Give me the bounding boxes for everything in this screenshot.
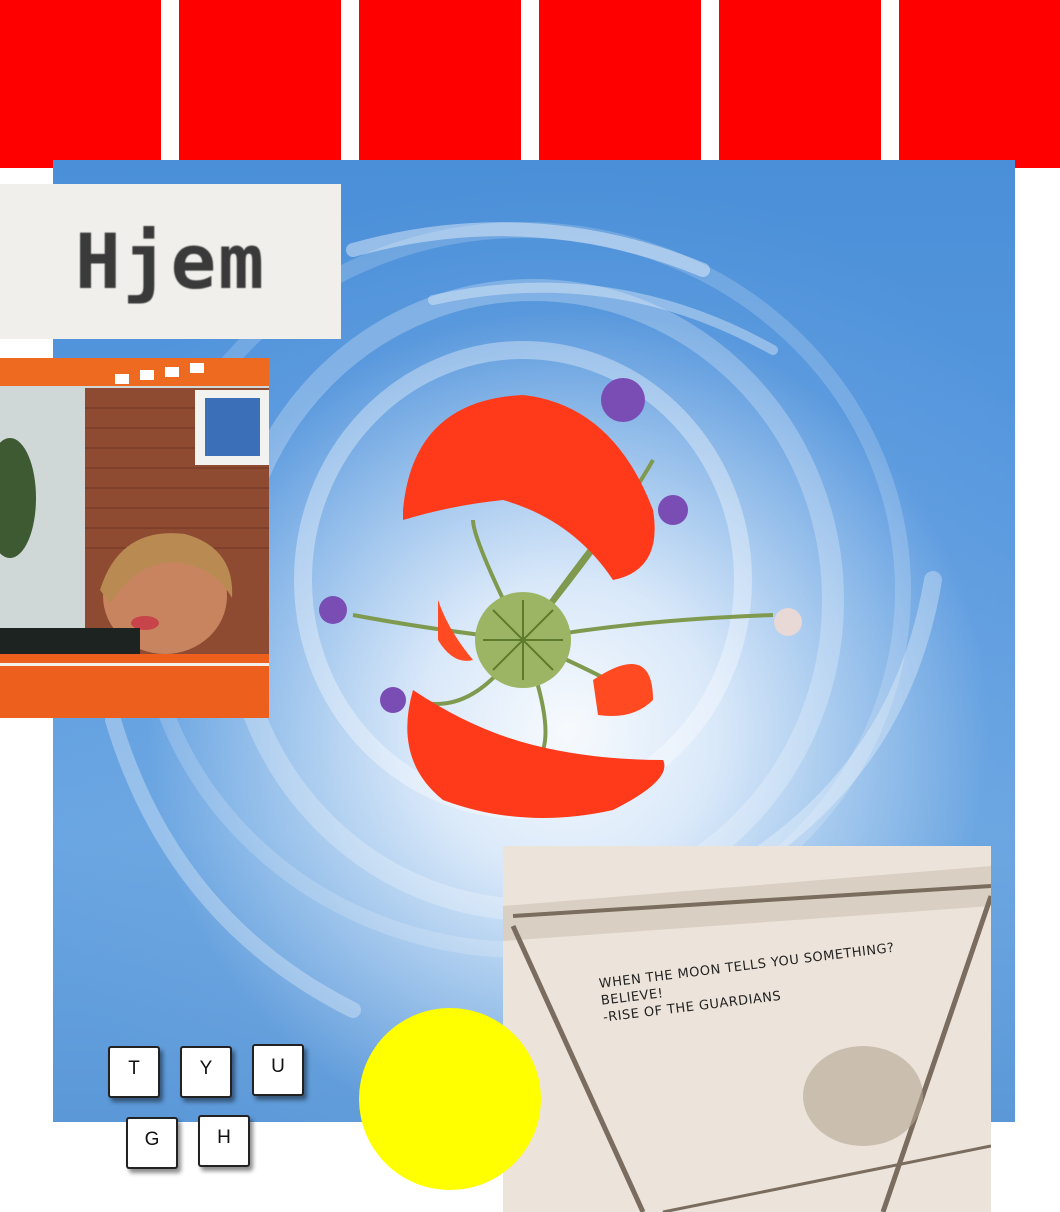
red-bar-2 xyxy=(179,0,341,168)
yellow-circle xyxy=(359,1008,541,1190)
hjem-label: Hjem xyxy=(0,184,341,339)
hjem-title: Hjem xyxy=(74,217,267,306)
key-h: H xyxy=(198,1115,250,1167)
red-bar-1 xyxy=(0,0,161,168)
tile-quote-photo: WHEN THE MOON TELLS YOU SOMETHING? BELIE… xyxy=(503,846,991,1212)
red-bar-6 xyxy=(899,0,1060,168)
red-bar-4 xyxy=(539,0,701,168)
collage-page: Hjem WHEN THE MOON TELLS YOU SOMETHING? … xyxy=(0,0,1060,1212)
red-bars xyxy=(0,0,1060,168)
key-t: T xyxy=(108,1046,160,1098)
key-g: G xyxy=(126,1117,178,1169)
key-y: Y xyxy=(180,1046,232,1098)
red-bar-5 xyxy=(719,0,881,168)
key-u: U xyxy=(252,1044,304,1096)
red-bar-3 xyxy=(359,0,521,168)
girl-photo xyxy=(0,358,269,718)
